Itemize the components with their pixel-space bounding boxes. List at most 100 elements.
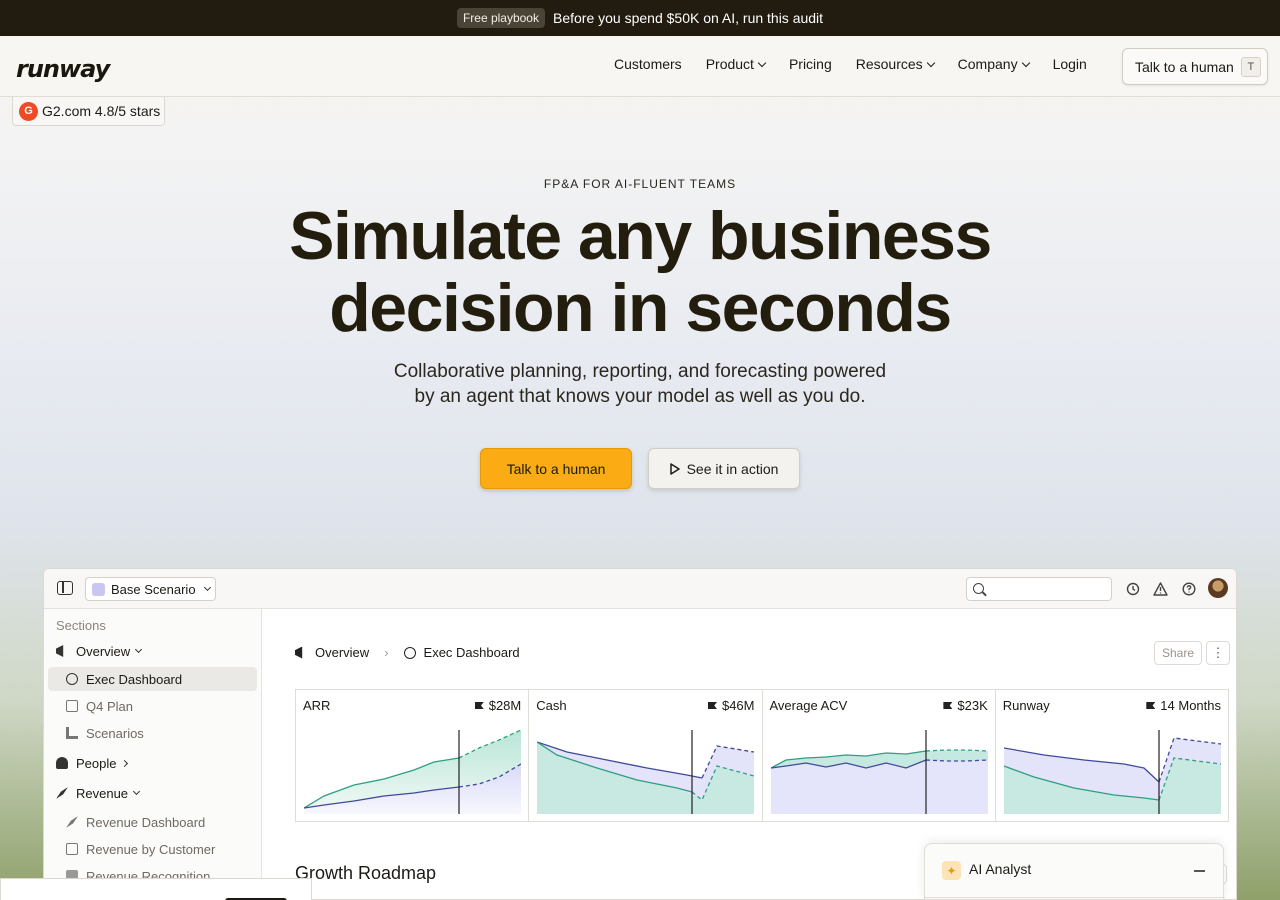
- banner-pill: Free playbook: [456, 8, 545, 28]
- divider: [925, 897, 1225, 898]
- runway-logo[interactable]: runway: [16, 55, 110, 83]
- metric-label: Average ACV: [769, 698, 848, 713]
- nav-resources-label: Resources: [855, 56, 923, 72]
- scenario-label: Base Scenario: [111, 581, 196, 597]
- metric-value-text: $28M: [488, 698, 522, 713]
- metric-label: Cash: [536, 698, 567, 713]
- metric-value-text: 14 Months: [1160, 698, 1221, 713]
- chevron-down-icon: [926, 58, 935, 67]
- sidebar-item-overview[interactable]: Overview: [48, 639, 257, 663]
- sidebar-item-scenarios[interactable]: Scenarios: [48, 721, 257, 745]
- flag-icon: [707, 702, 717, 709]
- sidebar-title: Sections: [56, 618, 106, 633]
- metric-value: $23K: [943, 698, 988, 713]
- ai-analyst-title: AI Analyst: [969, 861, 1032, 877]
- metric-card-arr[interactable]: ARR $28M: [296, 690, 530, 821]
- g2-rating-badge[interactable]: G G2.com 4.8/5 stars: [12, 97, 165, 126]
- sidebar-item-label: Q4 Plan: [86, 698, 133, 714]
- chevron-down-icon: [135, 645, 143, 654]
- warning-icon[interactable]: [1153, 581, 1168, 596]
- sidebar-item-label: Revenue Dashboard: [86, 814, 206, 830]
- sidebar-item-exec-dashboard[interactable]: Exec Dashboard: [48, 667, 257, 691]
- acv-sparkline: [770, 730, 988, 814]
- rocket-icon: [66, 816, 78, 828]
- nav-login[interactable]: Login: [1053, 56, 1087, 72]
- breadcrumb: Overview › Exec Dashboard: [295, 645, 520, 660]
- metric-value: $46M: [707, 698, 755, 713]
- hero-headline: Simulate any business decision in second…: [0, 200, 1280, 344]
- announcement-banner[interactable]: Free playbook Before you spend $50K on A…: [0, 0, 1280, 36]
- calendar-icon: [66, 700, 78, 712]
- metric-card-cash[interactable]: Cash $46M: [529, 690, 763, 821]
- nav-resources[interactable]: Resources: [855, 56, 935, 72]
- talk-to-human-button[interactable]: Talk to a human: [480, 448, 632, 489]
- chevron-down-icon: [203, 583, 211, 592]
- help-icon[interactable]: [1181, 581, 1196, 596]
- minimize-icon[interactable]: [1194, 870, 1205, 872]
- runway-sparkline: [1003, 730, 1221, 814]
- sidebar-item-q4-plan[interactable]: Q4 Plan: [48, 694, 257, 718]
- history-icon[interactable]: [1125, 581, 1140, 596]
- scenario-selector[interactable]: Base Scenario: [85, 577, 216, 601]
- nav-company[interactable]: Company: [957, 56, 1030, 72]
- cash-sparkline: [537, 730, 755, 814]
- banner-message[interactable]: Before you spend $50K on AI, run this au…: [553, 10, 823, 26]
- sidebar-item-revenue-dashboard[interactable]: Revenue Dashboard: [48, 810, 257, 834]
- breadcrumb-separator-icon: ›: [384, 645, 389, 660]
- metric-label: ARR: [303, 698, 331, 713]
- nav-company-label: Company: [957, 56, 1018, 72]
- see-it-in-action-button[interactable]: See it in action: [648, 448, 800, 489]
- hero-subhead: Collaborative planning, reporting, and f…: [380, 359, 900, 409]
- chevron-right-icon: [121, 759, 129, 767]
- shortcut-key: T: [1240, 56, 1261, 77]
- top-nav: runway Customers Product Pricing Resourc…: [0, 36, 1280, 97]
- bottom-left-popup: [0, 878, 312, 900]
- sidebar-item-label: Exec Dashboard: [86, 671, 183, 687]
- nav-customers[interactable]: Customers: [614, 56, 682, 72]
- talk-to-human-nav-button[interactable]: Talk to a human T: [1122, 48, 1268, 85]
- sidebar-item-label: People: [76, 755, 117, 771]
- metric-card-average-acv[interactable]: Average ACV $23K: [763, 690, 996, 821]
- flag-icon: [943, 702, 953, 709]
- app-toolbar: Base Scenario: [44, 569, 1236, 609]
- headline-line-2: decision in seconds: [329, 270, 952, 346]
- metric-value-text: $23K: [957, 698, 988, 713]
- nav-pricing[interactable]: Pricing: [789, 56, 832, 72]
- play-icon: [669, 462, 680, 475]
- sidebar-item-label: Overview: [76, 643, 131, 659]
- sidebar-item-label: Revenue by Customer: [86, 841, 216, 857]
- monitor-icon: [66, 843, 78, 855]
- sidebar-item-people[interactable]: People: [48, 751, 257, 775]
- sidebar-toggle-icon[interactable]: [57, 581, 73, 595]
- nav-customers-label: Customers: [614, 56, 682, 72]
- g2-logo: G: [19, 101, 38, 121]
- more-options-icon[interactable]: ⋮: [1206, 641, 1230, 665]
- megaphone-icon: [56, 645, 64, 657]
- ai-analyst-panel[interactable]: ✦ AI Analyst: [924, 843, 1225, 900]
- flag-icon: [474, 702, 484, 709]
- sidebar-item-revenue-by-customer[interactable]: Revenue by Customer: [48, 837, 257, 861]
- sidebar-item-revenue[interactable]: Revenue: [48, 781, 257, 805]
- metric-card-runway[interactable]: Runway 14 Months: [996, 690, 1228, 821]
- flag-icon: [1146, 702, 1156, 709]
- search-input[interactable]: [966, 577, 1112, 601]
- nav-login-label: Login: [1052, 56, 1087, 72]
- metric-cards: ARR $28M Cash $46M Average ACV $23K Runw…: [295, 689, 1229, 822]
- share-button[interactable]: Share: [1154, 641, 1202, 665]
- hero-eyebrow: FP&A FOR AI-FLUENT TEAMS: [543, 177, 737, 191]
- sidebar-item-label: Scenarios: [86, 725, 144, 741]
- nav-links: Customers Product Pricing Resources Comp…: [614, 56, 1111, 72]
- people-icon: [56, 757, 68, 769]
- search-icon: [973, 583, 984, 594]
- g2-rating-text: G2.com 4.8/5 stars: [42, 103, 161, 119]
- dashboard-icon: [66, 673, 78, 685]
- avatar[interactable]: [1208, 578, 1228, 598]
- nav-product[interactable]: Product: [706, 56, 767, 72]
- nav-pricing-label: Pricing: [788, 56, 832, 72]
- headline-line-1: Simulate any business: [289, 198, 992, 274]
- sparkle-icon: ✦: [942, 861, 961, 880]
- breadcrumb-exec-dashboard[interactable]: Exec Dashboard: [424, 645, 520, 660]
- breadcrumb-overview[interactable]: Overview: [315, 645, 369, 660]
- see-it-in-action-label: See it in action: [686, 460, 779, 477]
- dashboard-icon: [403, 646, 416, 659]
